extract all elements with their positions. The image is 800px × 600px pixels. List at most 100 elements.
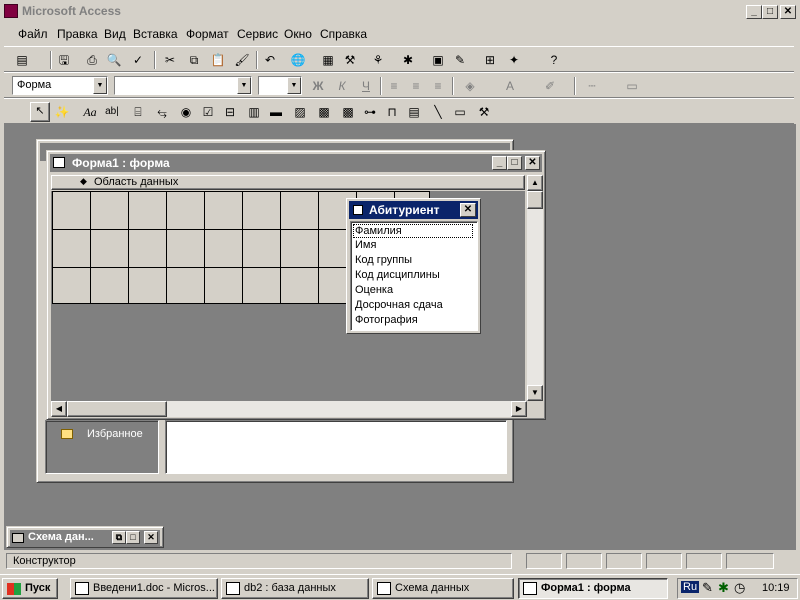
- option-button-icon[interactable]: ◉: [176, 102, 196, 122]
- print-preview-icon[interactable]: 🔍: [104, 50, 124, 70]
- copy-icon[interactable]: ⧉: [184, 50, 204, 70]
- special-effect-icon[interactable]: ▭: [622, 76, 642, 96]
- align-right-icon[interactable]: ≡: [428, 76, 448, 96]
- field-item[interactable]: Имя: [355, 239, 376, 251]
- font-size-combo[interactable]: ▼: [258, 76, 302, 95]
- chevron-down-icon[interactable]: ▼: [237, 77, 251, 94]
- code-icon[interactable]: ✱: [398, 50, 418, 70]
- save-icon[interactable]: 🖫: [54, 50, 74, 70]
- task-form1[interactable]: Форма1 : форма: [518, 578, 668, 599]
- label-tool[interactable]: Aa: [80, 102, 100, 122]
- field-list-icon[interactable]: ▦: [318, 50, 338, 70]
- form-minimize-button[interactable]: _: [492, 156, 507, 170]
- more-controls-icon[interactable]: ⚒: [474, 102, 494, 122]
- select-objects-icon[interactable]: ↖: [30, 102, 50, 122]
- field-item[interactable]: Код дисциплины: [355, 269, 440, 281]
- field-item[interactable]: Оценка: [355, 284, 393, 296]
- schema-window-minimized[interactable]: Схема дан... ⧉ □ ✕: [6, 526, 164, 548]
- tray-app-icon[interactable]: ✎: [702, 580, 713, 596]
- image-icon[interactable]: ▨: [290, 102, 310, 122]
- control-wizards-icon[interactable]: ✨: [52, 102, 72, 122]
- cut-icon[interactable]: ✂: [160, 50, 180, 70]
- chevron-down-icon[interactable]: ▼: [93, 77, 107, 94]
- bold-button[interactable]: Ж: [308, 76, 328, 96]
- app-close-button[interactable]: ✕: [780, 5, 796, 19]
- scroll-thumb[interactable]: [527, 191, 543, 209]
- form-window-caption[interactable]: Форма1 : форма _ □ ✕: [50, 154, 542, 172]
- list-box-icon[interactable]: ▥: [244, 102, 264, 122]
- field-item[interactable]: Фотография: [355, 314, 418, 326]
- scroll-down-button[interactable]: ▼: [527, 385, 543, 401]
- toggle-button-icon[interactable]: ⥃: [152, 102, 172, 122]
- field-list-window[interactable]: Абитуриент ✕ Фамилия Имя Код группы Код …: [346, 198, 481, 334]
- format-painter-icon[interactable]: 🖌: [232, 50, 252, 70]
- chevron-down-icon[interactable]: ▼: [287, 77, 301, 94]
- italic-button[interactable]: К: [332, 76, 352, 96]
- autoformat-icon[interactable]: ⚘: [368, 50, 388, 70]
- page-break-icon[interactable]: ⊶: [360, 102, 380, 122]
- database-window-icon[interactable]: ⊞: [480, 50, 500, 70]
- app-minimize-button[interactable]: _: [746, 5, 762, 19]
- horizontal-scrollbar[interactable]: ◀ ▶: [51, 401, 527, 417]
- menu-file[interactable]: Файл: [18, 27, 48, 41]
- favorites-label[interactable]: Избранное: [87, 428, 143, 440]
- access-app-icon[interactable]: [4, 4, 18, 18]
- schema-window-caption[interactable]: Схема дан... ⧉ □ ✕: [10, 530, 160, 546]
- tab-control-icon[interactable]: ⊓: [382, 102, 402, 122]
- object-combo[interactable]: Форма ▼: [12, 76, 108, 95]
- new-object-icon[interactable]: ✦: [504, 50, 524, 70]
- clock-icon[interactable]: ◷: [734, 580, 745, 596]
- line-color-icon[interactable]: ✐: [540, 76, 560, 96]
- language-indicator[interactable]: Ru: [681, 581, 700, 593]
- checkbox-icon[interactable]: ☑: [198, 102, 218, 122]
- field-item[interactable]: Фамилия: [353, 224, 473, 238]
- menu-help[interactable]: Справка: [320, 27, 367, 41]
- undo-icon[interactable]: ↶: [260, 50, 280, 70]
- subform-icon[interactable]: ▤: [404, 102, 424, 122]
- command-button-icon[interactable]: ▬: [266, 102, 286, 122]
- form-maximize-button[interactable]: □: [507, 156, 522, 170]
- textbox-tool[interactable]: ab|: [102, 102, 122, 122]
- font-color-icon[interactable]: A: [500, 76, 520, 96]
- view-icon[interactable]: ▤: [12, 50, 32, 70]
- align-center-icon[interactable]: ≡: [406, 76, 426, 96]
- help-icon[interactable]: ?: [544, 50, 564, 70]
- field-list-caption[interactable]: Абитуриент ✕: [349, 201, 478, 219]
- properties-icon[interactable]: ▣: [428, 50, 448, 70]
- database-objects-list[interactable]: [165, 420, 507, 474]
- clock-time[interactable]: 10:19: [762, 582, 790, 594]
- print-icon[interactable]: ⎙: [82, 50, 102, 70]
- menu-window[interactable]: Окно: [284, 27, 312, 41]
- combo-box-icon[interactable]: ⊟: [220, 102, 240, 122]
- vertical-scrollbar[interactable]: ▲ ▼: [527, 175, 543, 401]
- underline-button[interactable]: Ч: [356, 76, 376, 96]
- scroll-up-button[interactable]: ▲: [527, 175, 543, 191]
- menu-insert[interactable]: Вставка: [133, 27, 178, 41]
- task-word-doc[interactable]: Введени1.doc - Micros...: [70, 578, 218, 599]
- menu-format[interactable]: Формат: [186, 27, 229, 41]
- line-width-icon[interactable]: ┄: [582, 76, 602, 96]
- field-list-box[interactable]: Фамилия Имя Код группы Код дисциплины Оц…: [350, 221, 478, 331]
- task-schema[interactable]: Схема данных: [372, 578, 514, 599]
- bound-frame-icon[interactable]: ▩: [338, 102, 358, 122]
- form-close-button[interactable]: ✕: [525, 156, 540, 170]
- line-icon[interactable]: ╲: [428, 102, 448, 122]
- font-name-combo[interactable]: ▼: [114, 76, 252, 95]
- fill-color-icon[interactable]: ◈: [460, 76, 480, 96]
- field-list-close-button[interactable]: ✕: [460, 203, 476, 217]
- task-db2[interactable]: db2 : база данных: [221, 578, 369, 599]
- app-restore-button[interactable]: □: [762, 5, 778, 19]
- schema-close-button[interactable]: ✕: [144, 531, 158, 544]
- schema-maximize-button[interactable]: □: [126, 531, 140, 544]
- schema-restore-button[interactable]: ⧉: [112, 531, 126, 544]
- unbound-frame-icon[interactable]: ▩: [314, 102, 334, 122]
- scroll-left-button[interactable]: ◀: [51, 401, 67, 417]
- rectangle-icon[interactable]: ▭: [450, 102, 470, 122]
- toolbox-icon[interactable]: ⚒: [340, 50, 360, 70]
- paste-icon[interactable]: 📋: [208, 50, 228, 70]
- field-item[interactable]: Код группы: [355, 254, 412, 266]
- hyperlink-icon[interactable]: 🌐: [288, 50, 308, 70]
- detail-section-header[interactable]: ◆ Область данных: [51, 175, 525, 190]
- option-group-icon[interactable]: ⌸: [128, 102, 148, 122]
- menu-edit[interactable]: Правка: [57, 27, 98, 41]
